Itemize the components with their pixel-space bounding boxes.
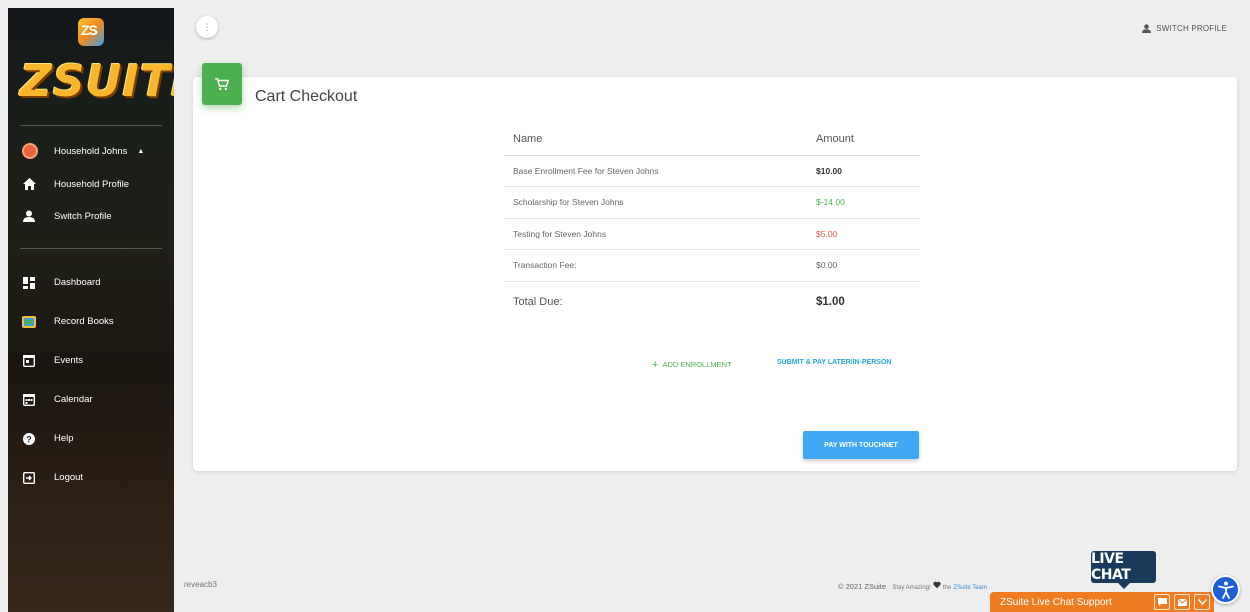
switch-profile-button[interactable]: SWITCH PROFILE bbox=[1142, 24, 1227, 33]
column-header-amount: Amount bbox=[816, 123, 920, 156]
total-amount: $1.00 bbox=[816, 296, 845, 309]
zsuite-team-link[interactable]: ZSuite Team bbox=[953, 585, 987, 591]
submit-pay-later-button[interactable]: SUBMIT & PAY LATER/IN-PERSON bbox=[777, 359, 891, 366]
total-row: Total Due: $1.00 bbox=[504, 281, 920, 323]
svg-text:?: ? bbox=[26, 434, 32, 444]
checkout-table: Name Amount Base Enrollment Fee for Stev… bbox=[504, 123, 920, 323]
chat-message-button[interactable] bbox=[1154, 594, 1170, 610]
logout-icon bbox=[22, 471, 36, 485]
copyright: © 2021 ZSuite bbox=[838, 582, 887, 591]
table-header-row: Name Amount bbox=[504, 123, 920, 156]
switch-profile-label: SWITCH PROFILE bbox=[1156, 24, 1227, 33]
sidebar-item-label: Record Books bbox=[54, 316, 114, 327]
chat-minimize-button[interactable] bbox=[1194, 594, 1210, 610]
column-header-name: Name bbox=[504, 123, 816, 156]
more-vert-icon: ⋮ bbox=[202, 21, 212, 32]
accessibility-button[interactable] bbox=[1211, 575, 1240, 604]
line-item-amount: $5.00 bbox=[816, 218, 920, 250]
sidebar-divider bbox=[20, 248, 162, 249]
person-icon bbox=[22, 209, 36, 223]
sidebar-item-label: Dashboard bbox=[54, 277, 101, 288]
help-icon: ? bbox=[22, 432, 36, 446]
mail-icon bbox=[1177, 598, 1187, 606]
sidebar-item-events[interactable]: Events bbox=[8, 341, 174, 380]
sidebar-item-logout[interactable]: Logout bbox=[8, 458, 174, 497]
total-label: Total Due: bbox=[513, 296, 563, 309]
sidebar-item-label: Events bbox=[54, 355, 84, 366]
tagline-prefix: Stay Amazing! bbox=[892, 585, 931, 591]
user-name: Household Johns bbox=[54, 145, 128, 157]
person-icon bbox=[1142, 24, 1152, 33]
avatar bbox=[22, 143, 38, 159]
line-item-name: Testing for Steven Johns bbox=[504, 218, 816, 250]
sidebar: ZS ZSUITE Household Johns ▲ Household Pr… bbox=[8, 8, 174, 612]
sidebar-item-household-profile[interactable]: Household Profile bbox=[8, 168, 174, 200]
plus-icon: + bbox=[652, 359, 659, 371]
logo-text: ZSUITE bbox=[20, 56, 174, 107]
line-item-amount: $0.00 bbox=[816, 249, 920, 282]
logo[interactable]: ZS ZSUITE bbox=[20, 8, 174, 126]
sidebar-item-help[interactable]: ? Help bbox=[8, 419, 174, 458]
chat-bar-label: ZSuite Live Chat Support bbox=[1000, 596, 1112, 608]
sidebar-item-switch-profile[interactable]: Switch Profile bbox=[8, 200, 174, 232]
accessibility-icon bbox=[1217, 581, 1234, 599]
live-chat-bubble[interactable]: LIVE CHAT bbox=[1091, 551, 1156, 589]
pay-with-touchnet-button[interactable]: PAY WITH TOUCHNET bbox=[803, 431, 919, 459]
home-icon bbox=[22, 177, 36, 191]
line-item-amount: $-14.00 bbox=[816, 186, 920, 219]
sidebar-item-label: Household Profile bbox=[54, 178, 129, 190]
version-label: reveacb3 bbox=[184, 580, 217, 589]
heart-icon bbox=[933, 581, 941, 589]
sidebar-item-record-books[interactable]: Record Books bbox=[8, 302, 174, 341]
events-icon bbox=[22, 354, 36, 368]
live-chat-bar[interactable]: ZSuite Live Chat Support bbox=[990, 592, 1214, 612]
table-row: Base Enrollment Fee for Steven Johns $10… bbox=[504, 155, 920, 187]
sidebar-item-dashboard[interactable]: Dashboard bbox=[8, 263, 174, 302]
line-item-name: Base Enrollment Fee for Steven Johns bbox=[504, 155, 816, 187]
page-title: Cart Checkout bbox=[255, 88, 358, 105]
more-menu-button[interactable]: ⋮ bbox=[196, 16, 218, 38]
add-enrollment-button[interactable]: + ADD ENROLLMENT bbox=[652, 359, 732, 371]
sidebar-item-calendar[interactable]: Calendar bbox=[8, 380, 174, 419]
table-row: Transaction Fee: $0.00 bbox=[504, 249, 920, 282]
table-row: Testing for Steven Johns $5.00 bbox=[504, 218, 920, 250]
add-enrollment-label: ADD ENROLLMENT bbox=[662, 360, 732, 369]
table-row: Scholarship for Steven Johns $-14.00 bbox=[504, 186, 920, 219]
chat-email-button[interactable] bbox=[1174, 594, 1190, 610]
footer-credits: © 2021 ZSuite Stay Amazing! the ZSuite T… bbox=[838, 581, 987, 591]
chevron-down-icon bbox=[1197, 599, 1207, 605]
caret-up-icon: ▲ bbox=[137, 147, 145, 155]
line-item-name: Scholarship for Steven Johns bbox=[504, 186, 816, 219]
line-item-name: Transaction Fee: bbox=[504, 249, 816, 282]
tagline-mid: the bbox=[942, 585, 952, 591]
dashboard-icon bbox=[22, 276, 36, 290]
sidebar-item-label: Logout bbox=[54, 472, 84, 483]
sidebar-item-label: Help bbox=[54, 433, 74, 444]
sidebar-item-label: Calendar bbox=[54, 394, 93, 405]
cart-icon bbox=[202, 63, 242, 105]
sidebar-item-label: Switch Profile bbox=[54, 210, 112, 222]
logo-badge-icon: ZS bbox=[78, 18, 104, 46]
chat-bubble-icon bbox=[1157, 598, 1167, 606]
household-user-menu[interactable]: Household Johns ▲ bbox=[8, 134, 174, 168]
line-item-amount: $10.00 bbox=[816, 155, 920, 187]
record-books-icon bbox=[22, 315, 36, 329]
calendar-icon bbox=[22, 393, 36, 407]
